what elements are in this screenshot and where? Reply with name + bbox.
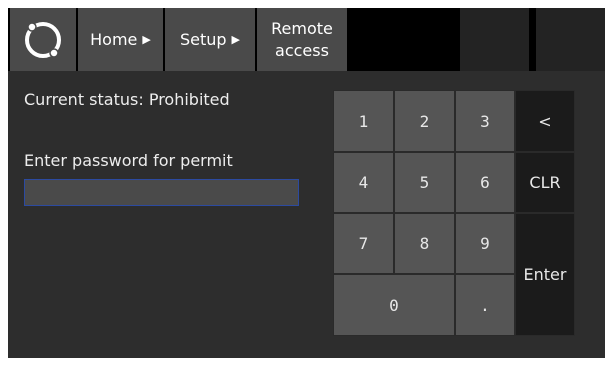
empty-toolbar-slot-2 — [536, 8, 605, 71]
key-3[interactable]: 3 — [455, 90, 515, 152]
empty-toolbar-slot-1 — [460, 8, 529, 71]
key-6[interactable]: 6 — [455, 152, 515, 213]
clear-key[interactable]: CLR — [515, 152, 575, 213]
key-0[interactable]: 0 — [333, 274, 455, 336]
home-label: Home — [90, 30, 138, 49]
backspace-key[interactable]: < — [515, 90, 575, 152]
password-input[interactable] — [24, 179, 299, 206]
chevron-right-icon: ▶ — [142, 33, 151, 46]
remote-label-line1: Remote — [271, 18, 333, 38]
breadcrumb-home-button[interactable]: Home ▶ — [78, 8, 163, 71]
password-prompt-label: Enter password for permit — [24, 151, 233, 170]
home-logo-button[interactable] — [10, 8, 76, 71]
remote-label-line2: access — [275, 40, 329, 60]
key-9[interactable]: 9 — [455, 213, 515, 274]
top-navigation-bar: Home ▶ Setup ▶ Remote access — [8, 8, 605, 71]
chevron-right-icon: ▶ — [231, 33, 241, 46]
setup-label: Setup — [179, 30, 227, 49]
breadcrumb-remote-access-button[interactable]: Remote access — [257, 8, 347, 71]
numeric-keypad: 1 2 3 < 4 5 6 CLR 7 8 9 Enter 0 . — [333, 90, 575, 336]
key-8[interactable]: 8 — [394, 213, 455, 274]
app-window: Home ▶ Setup ▶ Remote access Current sta… — [8, 8, 605, 358]
key-5[interactable]: 5 — [394, 152, 455, 213]
key-2[interactable]: 2 — [394, 90, 455, 152]
enter-key[interactable]: Enter — [515, 213, 575, 336]
ring-logo-icon — [25, 21, 61, 58]
decimal-point-key[interactable]: . — [455, 274, 515, 336]
key-1[interactable]: 1 — [333, 90, 394, 152]
breadcrumb-setup-button[interactable]: Setup ▶ — [165, 8, 255, 71]
key-4[interactable]: 4 — [333, 152, 394, 213]
key-7[interactable]: 7 — [333, 213, 394, 274]
current-status-text: Current status: Prohibited — [24, 90, 230, 109]
